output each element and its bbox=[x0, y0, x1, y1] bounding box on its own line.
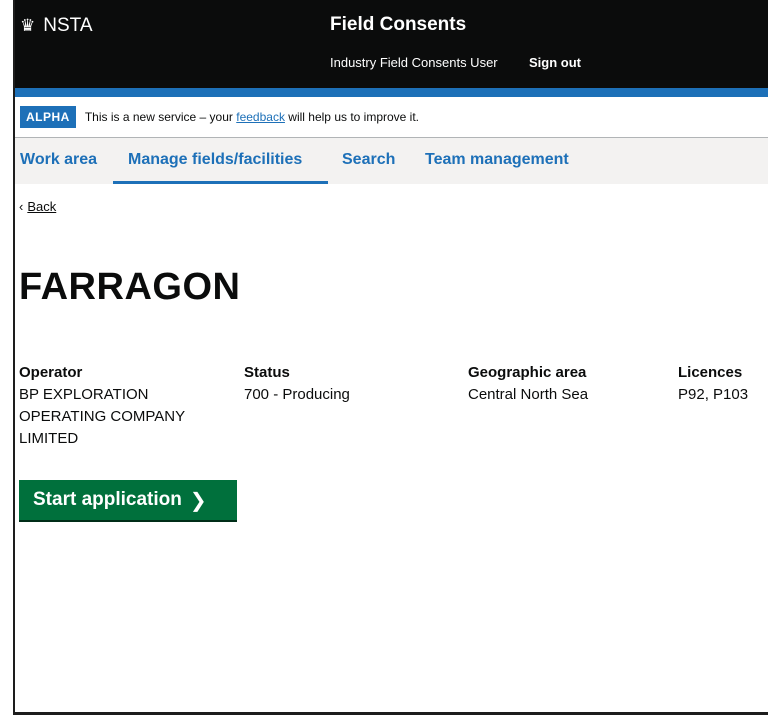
phase-banner-text: This is a new service – your feedback wi… bbox=[85, 110, 419, 124]
chevron-left-icon: ‹ bbox=[19, 199, 24, 214]
phase-banner: ALPHA This is a new service – your feedb… bbox=[15, 97, 768, 138]
crown-icon: ♛ bbox=[20, 16, 36, 35]
status-detail: Status 700 - Producing bbox=[244, 362, 444, 406]
phase-text-before: This is a new service – your bbox=[84, 110, 233, 124]
operator-detail: Operator BP EXPLORATION OPERATING COMPAN… bbox=[19, 362, 219, 450]
nav-active-indicator bbox=[113, 181, 328, 184]
start-application-button[interactable]: Start application ❯ bbox=[19, 480, 237, 520]
status-label: Status bbox=[244, 364, 290, 381]
geographic-area-detail: Geographic area Central North Sea bbox=[468, 362, 668, 406]
licences-label: Licences bbox=[678, 364, 743, 381]
header-accent-bar bbox=[15, 88, 768, 97]
licences-detail: Licences P92, P103 bbox=[678, 362, 768, 406]
operator-value: BP EXPLORATION OPERATING COMPANY LIMITED bbox=[19, 386, 185, 447]
nav-item-work-area[interactable]: Work area bbox=[20, 151, 97, 169]
phase-text-after: will help us to improve it. bbox=[288, 110, 420, 124]
page-title: FARRAGON bbox=[19, 266, 241, 308]
licences-value: P92, P103 bbox=[678, 386, 749, 403]
chevron-right-icon: ❯ bbox=[189, 489, 207, 512]
sign-out-link[interactable]: Sign out bbox=[529, 55, 581, 70]
start-application-label: Start application bbox=[33, 489, 182, 510]
geographic-area-label: Geographic area bbox=[468, 364, 587, 381]
phase-tag: ALPHA bbox=[20, 106, 76, 128]
user-name: Industry Field Consents User bbox=[330, 55, 498, 70]
operator-label: Operator bbox=[19, 364, 83, 381]
page: ♛ NSTA Field Consents Industry Field Con… bbox=[15, 0, 768, 712]
back-link[interactable]: Back bbox=[27, 199, 56, 214]
geographic-area-value: Central North Sea bbox=[468, 386, 589, 403]
status-value: 700 - Producing bbox=[244, 386, 350, 403]
nsta-logo[interactable]: ♛ NSTA bbox=[20, 15, 93, 37]
feedback-link[interactable]: feedback bbox=[236, 110, 285, 124]
service-title[interactable]: Field Consents bbox=[330, 14, 466, 36]
logo-text: NSTA bbox=[43, 15, 93, 36]
nav-item-search[interactable]: Search bbox=[342, 151, 395, 169]
nav-item-team-management[interactable]: Team management bbox=[425, 151, 569, 169]
primary-nav: Work area Manage fields/facilities Searc… bbox=[15, 138, 768, 184]
back-link-group[interactable]: ‹ Back bbox=[19, 199, 56, 214]
nav-item-manage-fields[interactable]: Manage fields/facilities bbox=[128, 151, 302, 169]
site-header: ♛ NSTA Field Consents Industry Field Con… bbox=[15, 0, 768, 88]
